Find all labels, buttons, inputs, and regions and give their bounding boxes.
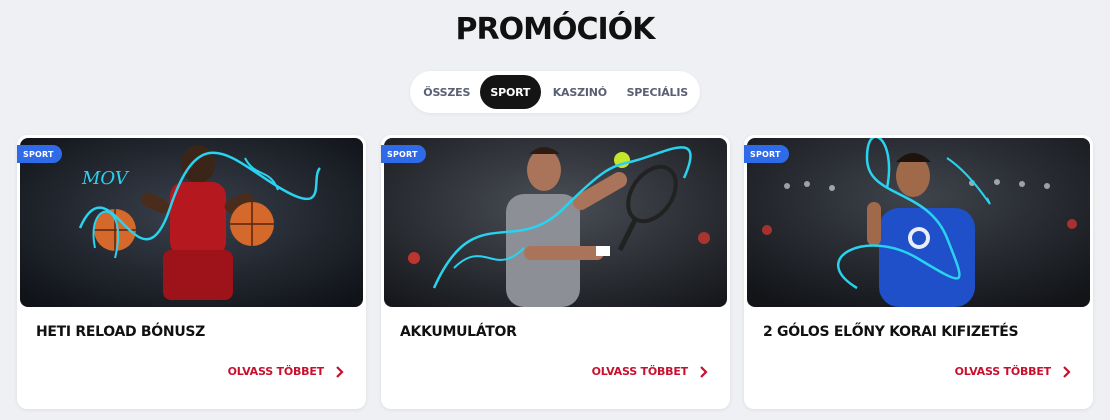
sport-badge: SPORT [744, 145, 789, 163]
tab-casino[interactable]: KASZINÓ [541, 75, 618, 109]
tab-special[interactable]: SPECIÁLIS [619, 75, 696, 109]
read-more-label: OLVASS TÖBBET [227, 365, 325, 378]
sport-badge: SPORT [381, 145, 426, 163]
tab-all[interactable]: ÖSSZES [414, 75, 480, 109]
promo-card-accumulator[interactable]: SPORT AKKUMULÁTOR OLVASS TÖBBET [381, 135, 730, 409]
promo-title: AKKUMULÁTOR [400, 324, 517, 340]
art-text: MOV [81, 168, 130, 189]
promo-filter-tabs: ÖSSZES SPORT KASZINÓ SPECIÁLIS [410, 71, 700, 113]
read-more-label: OLVASS TÖBBET [954, 365, 1052, 378]
promo-image-football [747, 138, 1090, 307]
promo-card-weekly-reload[interactable]: MOV SPORT HETI RELOAD BÓNUSZ OLVASS TÖBB… [17, 135, 366, 409]
sport-badge: SPORT [17, 145, 62, 163]
promo-image-basketball: MOV [20, 138, 363, 307]
read-more-link[interactable]: OLVASS TÖBBET [955, 365, 1071, 378]
read-more-link[interactable]: OLVASS TÖBBET [592, 365, 708, 378]
chevron-right-icon [1063, 365, 1071, 378]
chevron-right-icon [336, 365, 344, 378]
promo-title: 2 GÓLOS ELŐNY KORAI KIFIZETÉS [763, 324, 1019, 340]
read-more-label: OLVASS TÖBBET [591, 365, 689, 378]
chevron-right-icon [700, 365, 708, 378]
promo-title: HETI RELOAD BÓNUSZ [36, 324, 206, 340]
promo-image-tennis [384, 138, 727, 307]
read-more-link[interactable]: OLVASS TÖBBET [228, 365, 344, 378]
promo-card-two-goal-lead[interactable]: SPORT 2 GÓLOS ELŐNY KORAI KIFIZETÉS OLVA… [744, 135, 1093, 409]
tab-sport[interactable]: SPORT [479, 75, 542, 109]
page-title: PROMÓCIÓK [455, 12, 656, 47]
